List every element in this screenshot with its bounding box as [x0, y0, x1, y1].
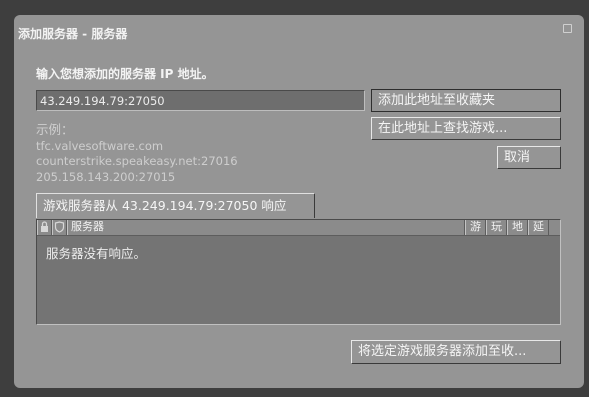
col-lock[interactable]: [37, 220, 52, 235]
col-game[interactable]: 游: [465, 220, 486, 235]
examples-block: 示例： tfc.valvesoftware.com counterstrike.…: [36, 122, 238, 185]
col-players[interactable]: 玩: [486, 220, 507, 235]
server-list[interactable]: 服务器 游 玩 地 延 服务器没有响应。: [36, 219, 561, 325]
col-servers[interactable]: 服务器: [67, 220, 465, 235]
response-tab[interactable]: 游戏服务器从 43.249.194.79:27050 响应: [36, 193, 315, 218]
examples-heading: 示例：: [36, 122, 74, 137]
col-map[interactable]: 地: [507, 220, 528, 235]
list-header: 服务器 游 玩 地 延: [37, 220, 560, 236]
close-icon[interactable]: [563, 24, 572, 33]
example-item: tfc.valvesoftware.com: [36, 138, 164, 153]
shield-icon: [53, 220, 66, 234]
example-item: counterstrike.speakeasy.net:27016: [36, 154, 238, 168]
instruction-text: 输入您想添加的服务器 IP 地址。: [36, 67, 214, 81]
empty-message: 服务器没有响应。: [46, 246, 147, 261]
add-selected-server-button[interactable]: 将选定游戏服务器添加至收...: [351, 340, 561, 364]
address-input[interactable]: [36, 90, 365, 111]
window-title: 添加服务器 - 服务器: [18, 27, 128, 41]
cancel-button[interactable]: 取消: [497, 146, 561, 169]
col-secure[interactable]: [52, 220, 67, 235]
col-latency[interactable]: 延: [528, 220, 549, 235]
find-games-button[interactable]: 在此地址上查找游戏...: [371, 117, 561, 140]
add-to-favorites-button[interactable]: 添加此地址至收藏夹: [371, 89, 561, 112]
example-item: 205.158.143.200:27015: [36, 169, 176, 184]
lock-icon: [38, 220, 51, 234]
